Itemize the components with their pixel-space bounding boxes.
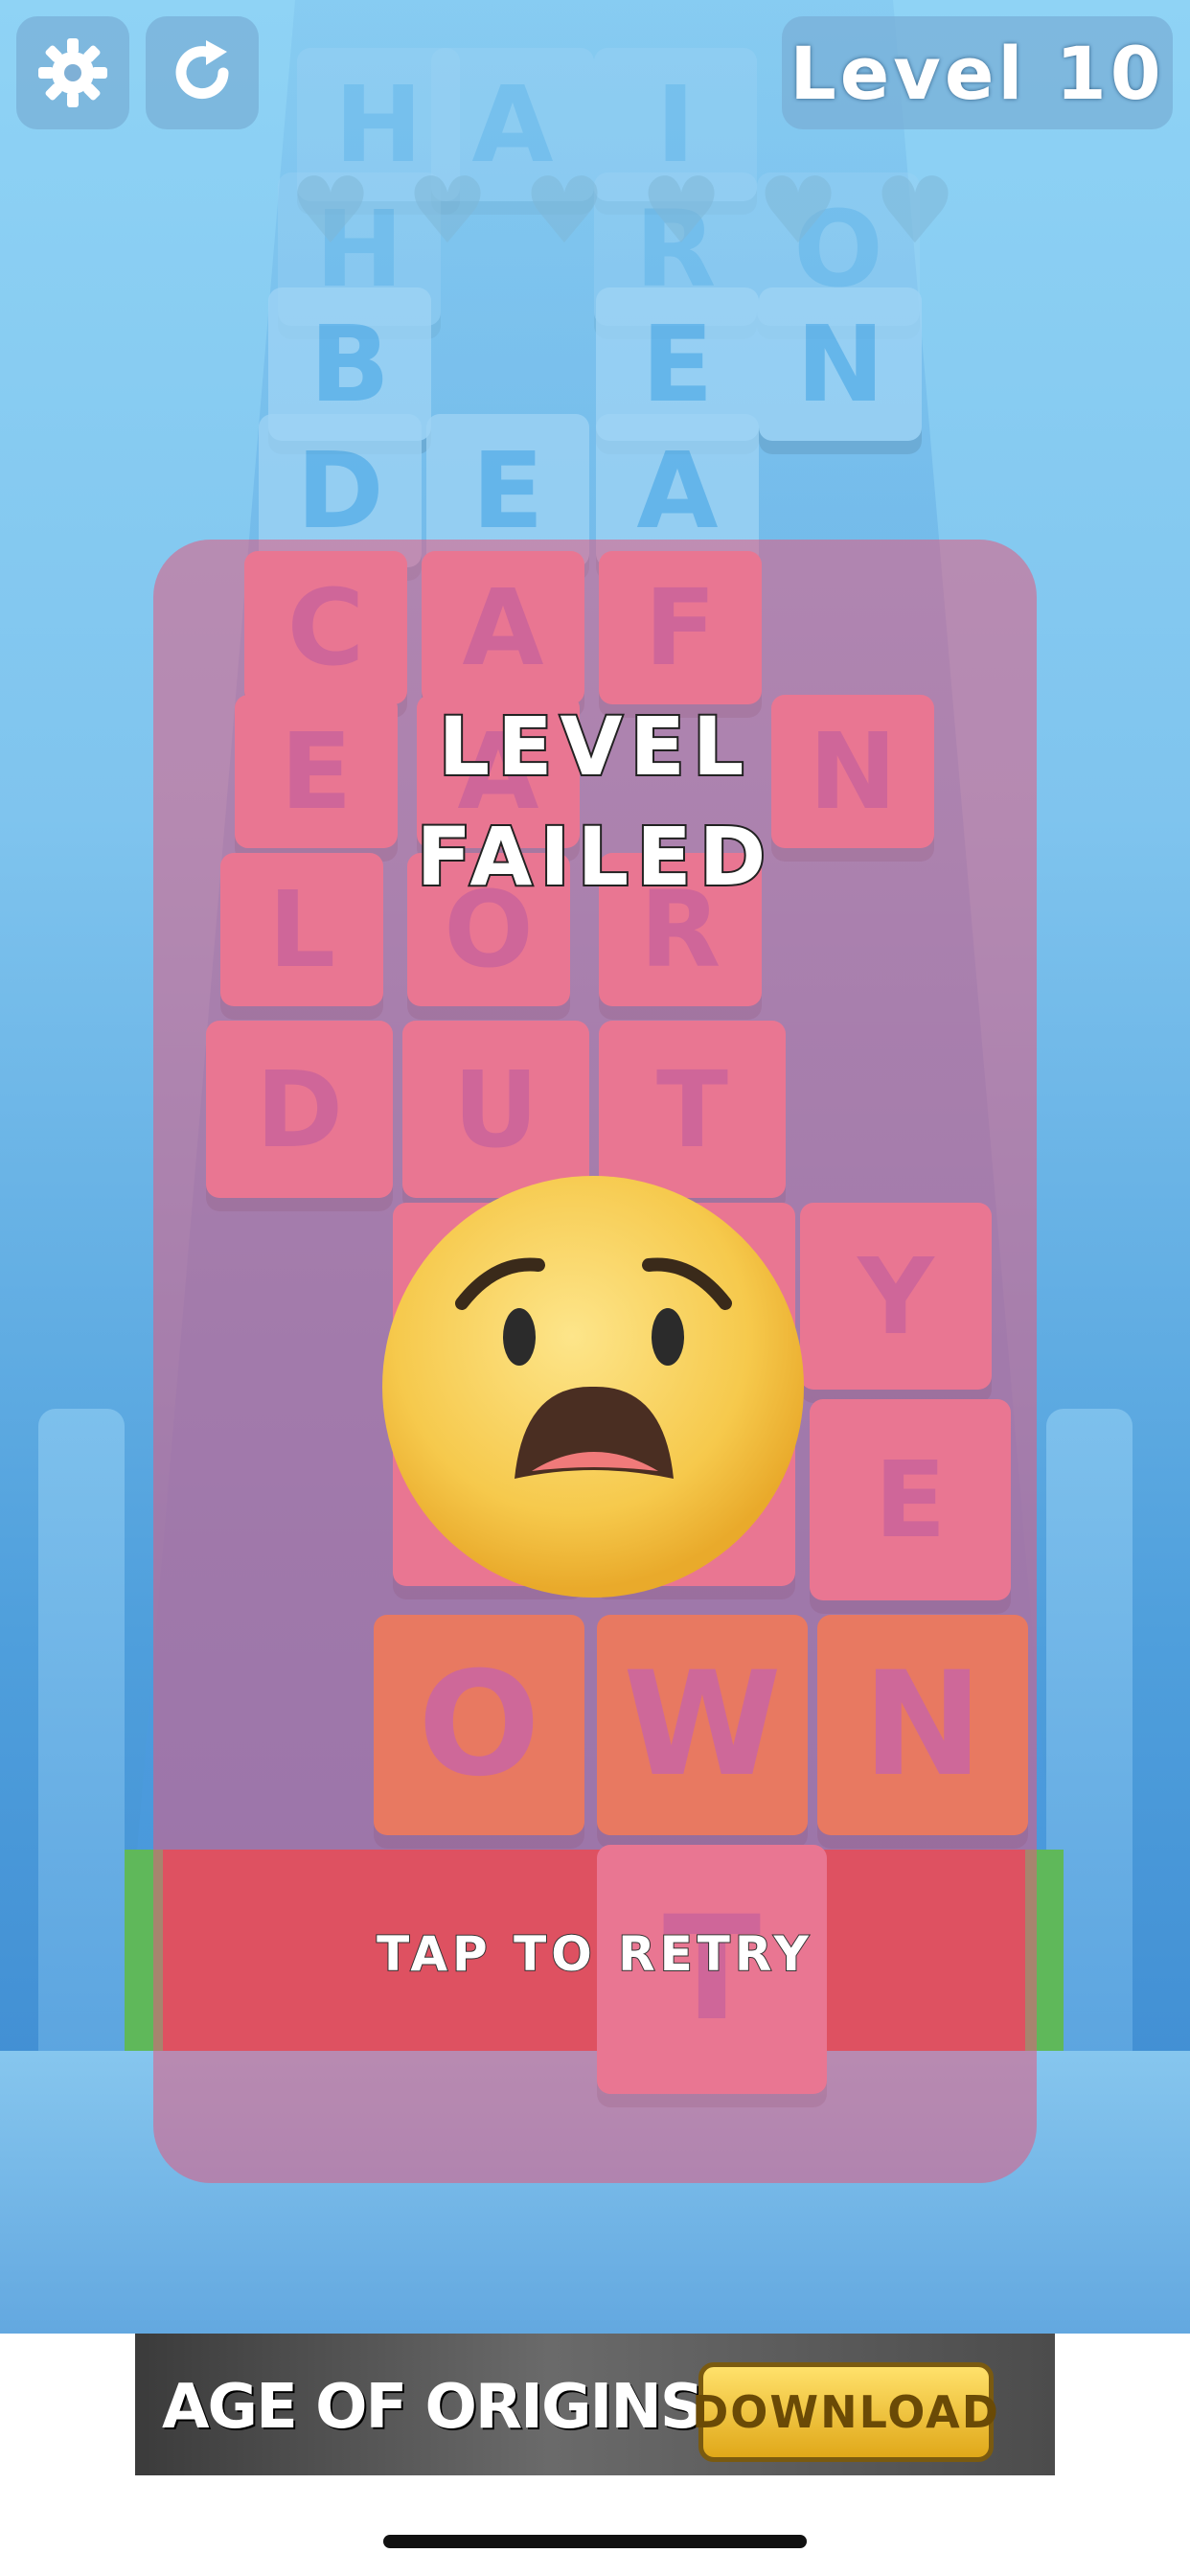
heart-icon: ♥ xyxy=(639,157,723,264)
heart-icon: ♥ xyxy=(522,157,606,264)
heart-icon: ♥ xyxy=(405,157,490,264)
gear-icon xyxy=(38,38,107,107)
heart-icon: ♥ xyxy=(873,157,957,264)
heart-icon: ♥ xyxy=(756,157,840,264)
restart-icon xyxy=(175,40,229,100)
level-failed-title-line2: FAILED xyxy=(415,808,774,906)
letter-tile: N xyxy=(759,288,922,441)
lives-row: ♥ ♥ ♥ ♥ ♥ ♥ xyxy=(283,157,963,264)
level-failed-title-line1: LEVEL xyxy=(437,698,752,795)
settings-button[interactable] xyxy=(16,16,129,129)
level-indicator: Level 10 xyxy=(782,16,1173,129)
left-rail xyxy=(38,1409,125,2099)
anguished-face-icon xyxy=(382,1176,804,1598)
tap-to-retry-label[interactable]: TAP TO RETRY xyxy=(0,1925,1190,1983)
home-indicator[interactable] xyxy=(383,2535,807,2548)
ad-title: AGE OF ORIGINS xyxy=(162,2372,704,2443)
game-scene[interactable]: H A I H R O B E N D E A C A F E A N L O … xyxy=(0,0,1190,2334)
ad-download-button[interactable]: DOWNLOAD xyxy=(692,2362,998,2462)
heart-icon: ♥ xyxy=(288,157,373,264)
ad-banner[interactable]: AGE OF ORIGINS DOWNLOAD xyxy=(135,2334,1055,2475)
restart-button[interactable] xyxy=(146,16,259,129)
